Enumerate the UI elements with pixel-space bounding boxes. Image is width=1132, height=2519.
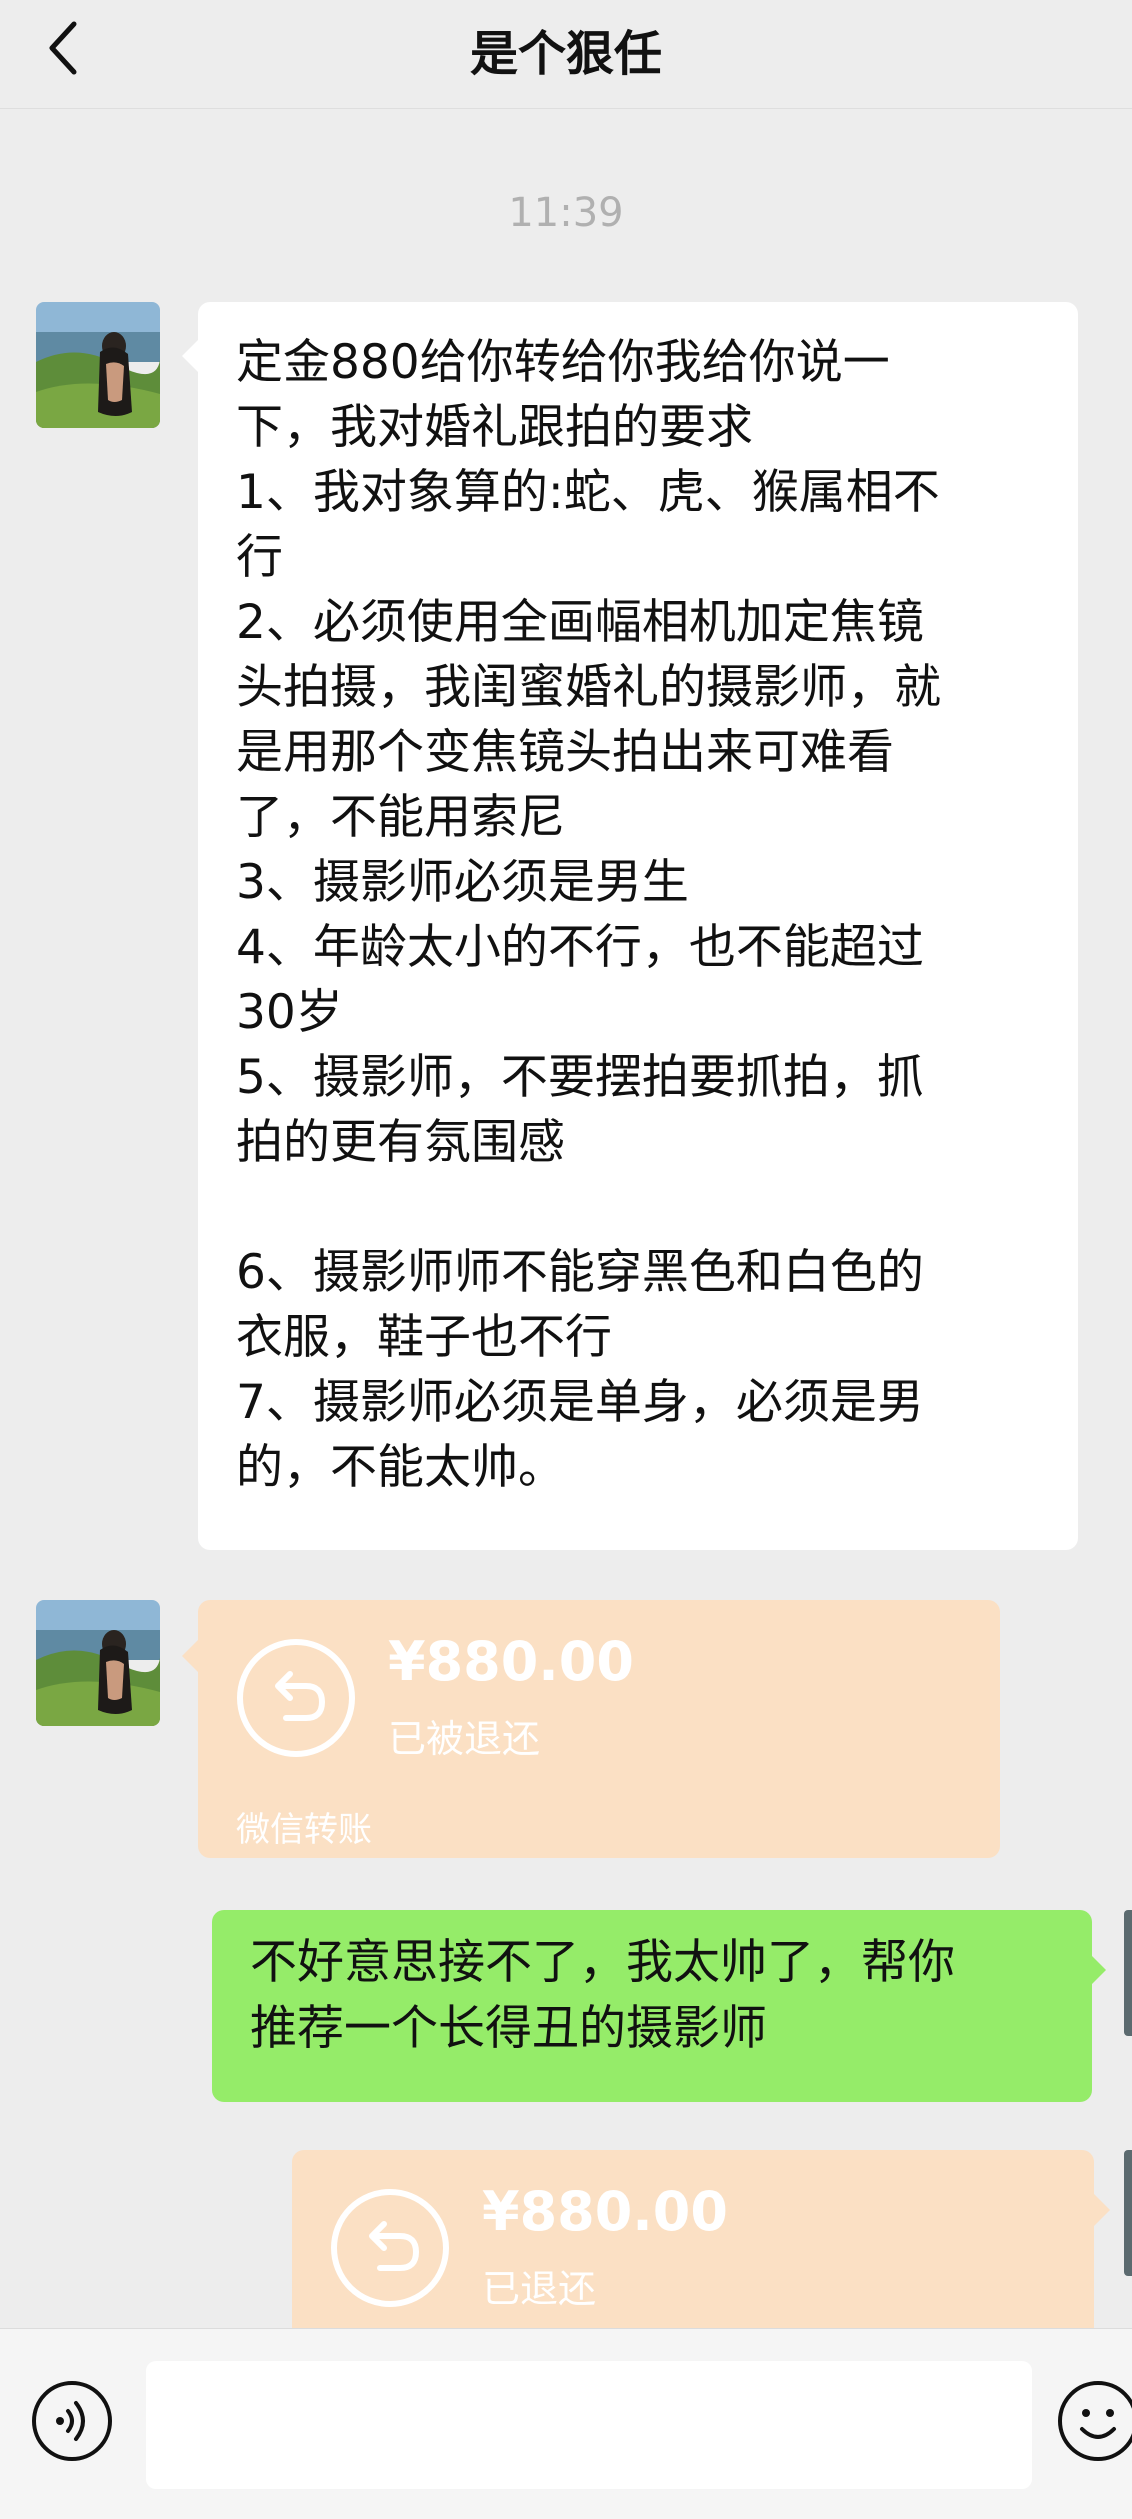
transfer-card-returned[interactable]: ¥880.00 已退还: [292, 2150, 1094, 2328]
bubble-tail: [182, 340, 198, 372]
transfer-status: 已被退还: [388, 1717, 541, 1761]
return-arrow-icon: [331, 2189, 449, 2307]
message-input[interactable]: [146, 2361, 1032, 2489]
contact-avatar[interactable]: [36, 302, 160, 428]
message-timestamp: 11:39: [508, 190, 624, 236]
transfer-amount: ¥880.00: [388, 1630, 634, 1693]
bubble-tail: [182, 1640, 198, 1672]
transfer-label: 微信转账: [236, 1810, 372, 1850]
outgoing-message-bubble[interactable]: 不好意思接不了，我太帅了，帮你 推荐一个长得丑的摄影师: [212, 1910, 1092, 2102]
bubble-tail: [1090, 1954, 1106, 1986]
bubble-tail: [1094, 2194, 1110, 2226]
voice-icon[interactable]: [30, 2379, 114, 2463]
transfer-card-returned[interactable]: ¥880.00 已被退还 微信转账: [198, 1600, 1000, 1858]
self-avatar[interactable]: [1124, 2150, 1132, 2276]
chat-header: 是个狠任: [0, 0, 1132, 109]
message-text: 定金880给你转给你我给你说一 下，我对婚礼跟拍的要求 1、我对象算的:蛇、虎、…: [236, 335, 941, 1495]
message-text: 不好意思接不了，我太帅了，帮你 推荐一个长得丑的摄影师: [250, 1935, 955, 2056]
incoming-message-bubble[interactable]: 定金880给你转给你我给你说一 下，我对婚礼跟拍的要求 1、我对象算的:蛇、虎、…: [198, 302, 1078, 1550]
input-bar: [0, 2328, 1132, 2519]
emoji-icon[interactable]: [1056, 2379, 1132, 2463]
return-arrow-icon: [237, 1639, 355, 1757]
transfer-status: 已退还: [482, 2267, 597, 2311]
transfer-amount: ¥880.00: [482, 2180, 728, 2243]
contact-avatar[interactable]: [36, 1600, 160, 1726]
self-avatar[interactable]: [1124, 1910, 1132, 2036]
chat-title: 是个狠任: [469, 26, 662, 82]
